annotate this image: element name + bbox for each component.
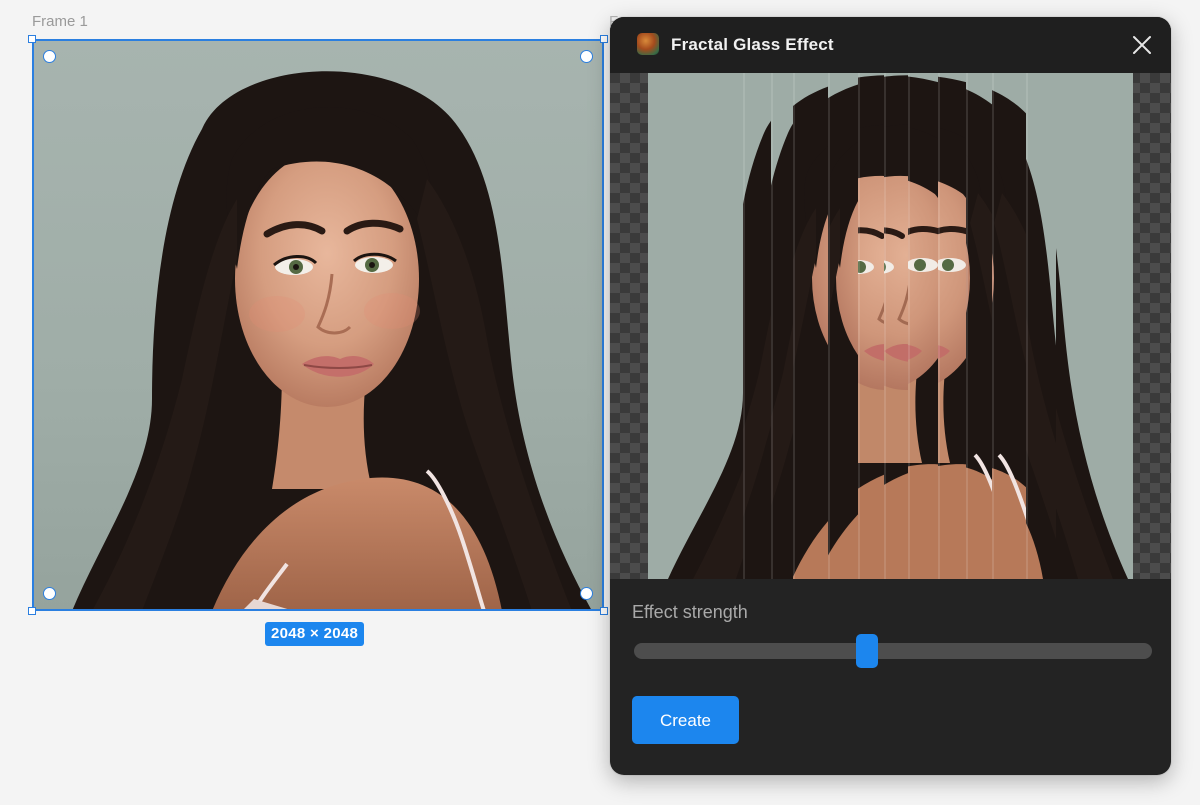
glass-strip-edge bbox=[1026, 73, 1028, 579]
plugin-logo-icon bbox=[637, 33, 659, 55]
corner-radius-handle-top-right[interactable] bbox=[580, 50, 593, 63]
glass-strip-edge bbox=[908, 73, 910, 579]
resize-handle-bottom-right[interactable] bbox=[600, 607, 608, 615]
frame-1[interactable] bbox=[32, 39, 604, 611]
glass-strip-edge bbox=[793, 73, 795, 579]
glass-strip-edge bbox=[966, 73, 968, 579]
preview-area bbox=[610, 73, 1171, 579]
glass-strip-edge bbox=[771, 73, 773, 579]
effect-strength-label: Effect strength bbox=[632, 602, 748, 622]
plugin-panel: Fractal Glass Effect Effect strength Cre… bbox=[610, 17, 1171, 775]
preview-image bbox=[648, 73, 1133, 579]
close-icon bbox=[1133, 36, 1151, 54]
glass-strip-edge bbox=[938, 73, 940, 579]
portrait-image bbox=[32, 39, 604, 611]
glass-strip-edge bbox=[828, 73, 830, 579]
corner-radius-handle-bottom-right[interactable] bbox=[580, 587, 593, 600]
corner-radius-handle-bottom-left[interactable] bbox=[43, 587, 56, 600]
effect-strength-slider[interactable] bbox=[634, 634, 1152, 668]
create-button[interactable]: Create bbox=[632, 696, 739, 744]
panel-title: Fractal Glass Effect bbox=[671, 35, 834, 54]
glass-strip-edge bbox=[992, 73, 994, 579]
frame-label[interactable]: Frame 1 bbox=[32, 13, 88, 30]
glass-strip-edge bbox=[743, 73, 745, 579]
portrait-illustration bbox=[72, 71, 592, 611]
panel-header[interactable]: Fractal Glass Effect bbox=[610, 17, 1171, 73]
resize-handle-top-right[interactable] bbox=[600, 35, 608, 43]
resize-handle-bottom-left[interactable] bbox=[28, 607, 36, 615]
resize-handle-top-left[interactable] bbox=[28, 35, 36, 43]
glass-strip-edge bbox=[858, 73, 860, 579]
glass-strip-edge bbox=[884, 73, 886, 579]
slider-thumb[interactable] bbox=[856, 634, 878, 668]
close-button[interactable] bbox=[1131, 34, 1153, 56]
corner-radius-handle-top-left[interactable] bbox=[43, 50, 56, 63]
fractal-glass-preview bbox=[648, 73, 1133, 579]
size-badge: 2048 × 2048 bbox=[265, 622, 365, 646]
